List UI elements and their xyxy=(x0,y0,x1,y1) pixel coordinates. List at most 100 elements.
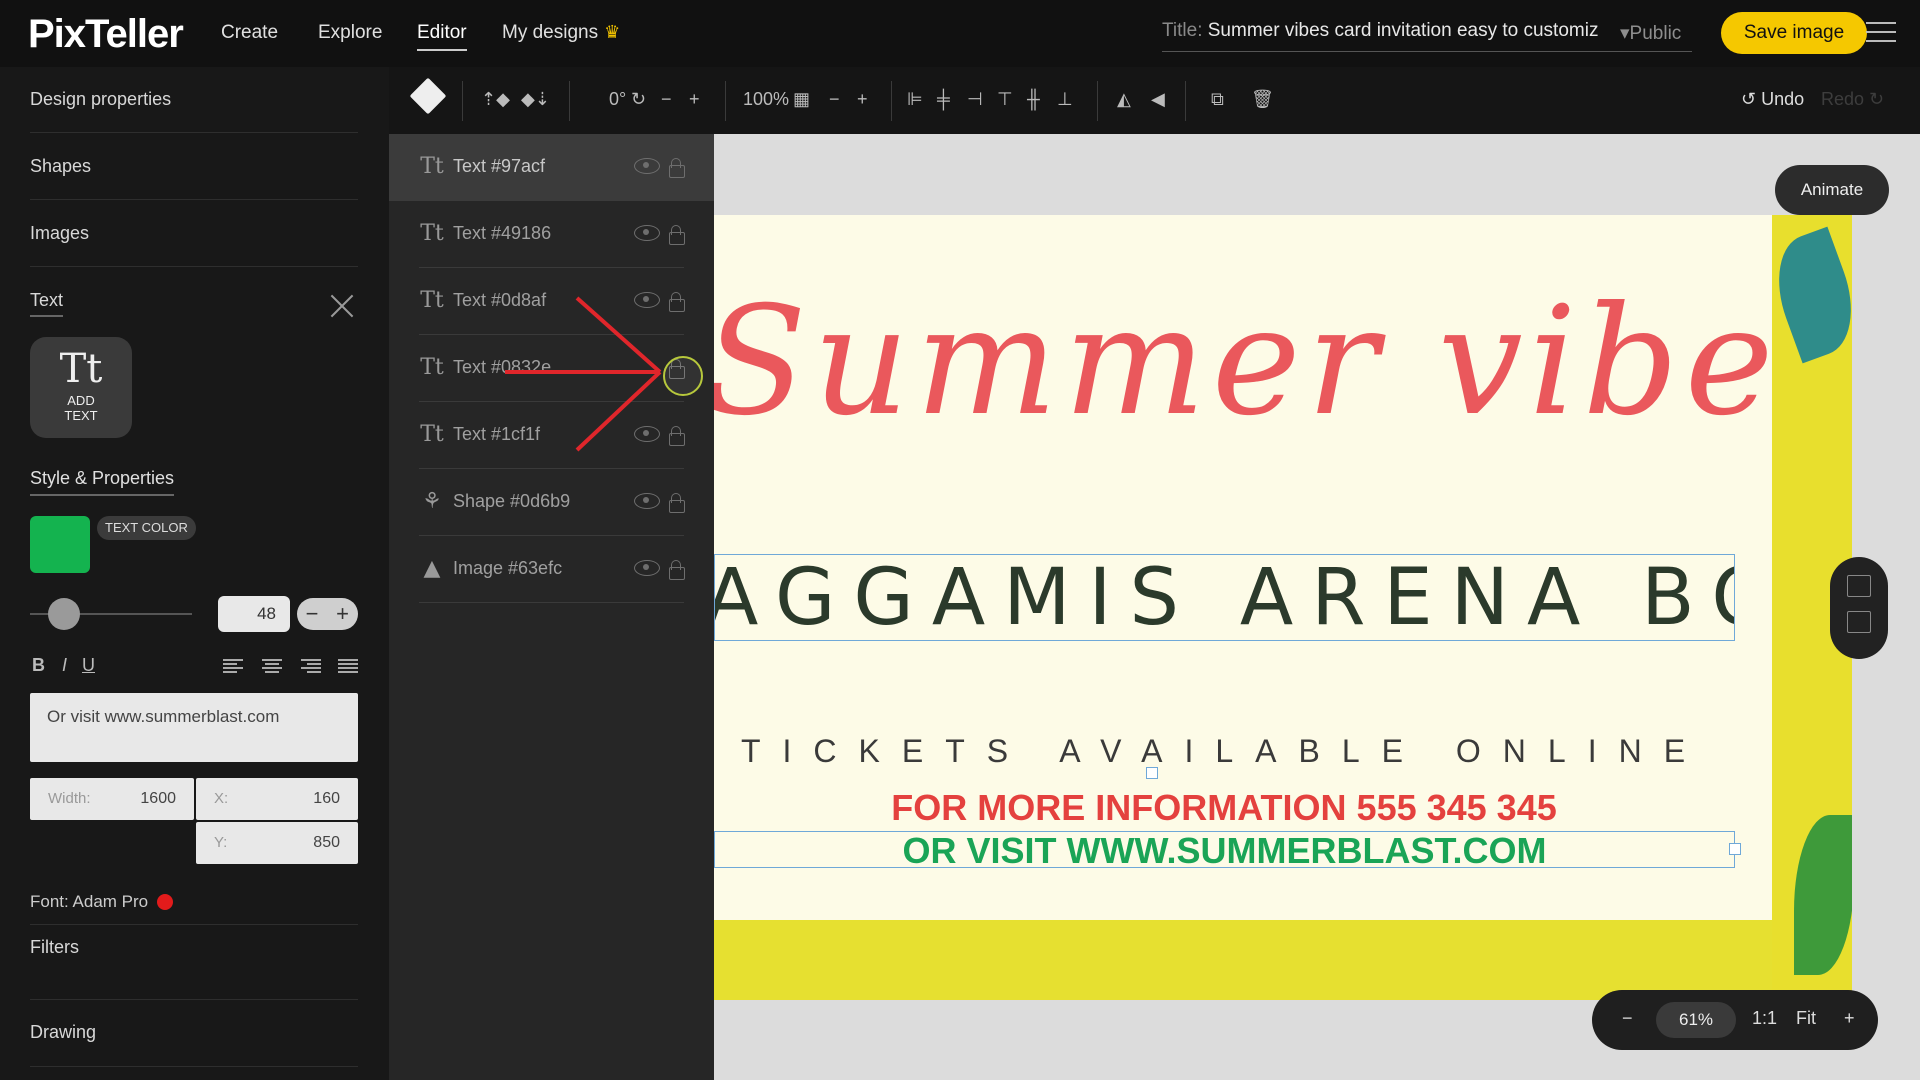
design-canvas[interactable]: Summer vibes AGGAMIS ARENA BOSTON TICKET… xyxy=(714,215,1774,1000)
rotate-increase-icon[interactable]: + xyxy=(689,89,700,110)
flip-horizontal-icon[interactable]: ◭ xyxy=(1117,89,1131,110)
text-color-swatch[interactable] xyxy=(30,516,90,573)
crop-icon[interactable] xyxy=(1847,575,1871,597)
close-icon[interactable] xyxy=(330,294,354,318)
width-label: Width: xyxy=(48,790,91,807)
align-right-edge-icon[interactable]: ⊣ xyxy=(967,89,983,110)
save-image-button[interactable]: Save image xyxy=(1721,12,1867,54)
align-justify-icon[interactable] xyxy=(338,659,358,673)
layer-item[interactable]: ▲ Image #63efc xyxy=(389,536,714,603)
divider xyxy=(30,199,358,200)
editor-toolbar: ⇡◆ ◆⇣ 0° ↻ − + 100% ▦ − + ⊫ ╪ ⊣ ⊤ ╫ ⊥ ◭ … xyxy=(389,67,1920,134)
nav-explore[interactable]: Explore xyxy=(318,22,382,44)
venue-text[interactable]: AGGAMIS ARENA BOSTON xyxy=(714,554,1735,641)
rotate-decrease-icon[interactable]: − xyxy=(661,89,672,110)
lock-icon[interactable] xyxy=(669,560,685,580)
text-icon: Tt xyxy=(420,422,444,447)
crop-alt-icon[interactable] xyxy=(1847,611,1871,633)
add-text-button[interactable]: Tt ADD TEXT xyxy=(30,337,132,438)
nav-create[interactable]: Create xyxy=(221,22,278,44)
font-value: Adam Pro xyxy=(72,892,149,911)
zoom-out-button[interactable]: − xyxy=(1622,1008,1633,1029)
resize-handle[interactable] xyxy=(1146,767,1158,779)
width-field[interactable]: Width: 1600 xyxy=(30,778,194,820)
opacity-increase-icon[interactable]: + xyxy=(857,89,868,110)
bring-forward-icon[interactable]: ⇡◆ xyxy=(481,89,510,110)
undo-icon: ↺ xyxy=(1741,89,1757,109)
flip-vertical-icon[interactable]: ◀ xyxy=(1151,89,1165,110)
nav-editor[interactable]: Editor xyxy=(417,22,467,51)
visibility-eye-icon[interactable] xyxy=(634,158,660,174)
visibility-eye-icon[interactable] xyxy=(634,225,660,241)
separator xyxy=(725,81,726,121)
resize-handle[interactable] xyxy=(1729,843,1741,855)
transparency-icon[interactable]: ▦ xyxy=(793,89,810,110)
text-content-input[interactable]: Or visit www.summerblast.com xyxy=(30,693,358,762)
align-left-icon[interactable] xyxy=(223,659,243,673)
align-top-edge-icon[interactable]: ⊤ xyxy=(997,89,1013,110)
animate-button[interactable]: Animate xyxy=(1775,165,1889,215)
align-vertical-center-icon[interactable]: ╫ xyxy=(1027,89,1040,110)
font-size-input[interactable]: 48 xyxy=(218,596,290,632)
lock-icon[interactable] xyxy=(669,493,685,513)
visibility-eye-icon[interactable] xyxy=(634,493,660,509)
zoom-in-button[interactable]: + xyxy=(1844,1008,1855,1029)
layer-name: Shape #0d6b9 xyxy=(453,491,571,511)
x-field[interactable]: X: 160 xyxy=(196,778,358,820)
lock-icon[interactable] xyxy=(669,225,685,245)
layer-item[interactable]: ⚘ Shape #0d6b9 xyxy=(389,469,714,536)
align-left-edge-icon[interactable]: ⊫ xyxy=(907,89,923,110)
crown-icon: ♛ xyxy=(604,22,621,42)
delete-icon[interactable]: 🗑 xyxy=(1251,89,1274,110)
opacity-decrease-icon[interactable]: − xyxy=(829,89,840,110)
undo-button[interactable]: ↺ Undo xyxy=(1741,89,1804,110)
side-tools xyxy=(1830,557,1888,659)
redo-button[interactable]: Redo ↻ xyxy=(1821,89,1884,110)
align-horizontal-center-icon[interactable]: ╪ xyxy=(937,89,950,110)
lock-icon[interactable] xyxy=(669,158,685,178)
underline-button[interactable]: U xyxy=(82,655,95,676)
zoom-1-1-button[interactable]: 1:1 xyxy=(1752,1008,1777,1029)
section-filters[interactable]: Filters xyxy=(30,937,358,958)
zoom-value[interactable]: 61% xyxy=(1656,1002,1736,1038)
nav-my-designs[interactable]: My designs ♛ xyxy=(502,22,620,44)
align-right-icon[interactable] xyxy=(301,659,321,673)
tickets-text[interactable]: TICKETS AVAILABLE ONLINE xyxy=(714,733,1734,770)
visibility-eye-icon[interactable] xyxy=(634,560,660,576)
font-size-increase-button[interactable]: + xyxy=(327,598,358,630)
section-drawing[interactable]: Drawing xyxy=(30,1022,358,1043)
title-value: Summer vibes card invitation easy to cus… xyxy=(1207,20,1599,41)
italic-button[interactable]: I xyxy=(62,655,67,676)
title-field[interactable]: Title: Summer vibes card invitation easy… xyxy=(1162,20,1692,52)
rotate-icon[interactable]: ↻ xyxy=(631,89,646,110)
section-images[interactable]: Images xyxy=(30,223,358,244)
zoom-fit-button[interactable]: Fit xyxy=(1796,1008,1816,1029)
rotation-value[interactable]: 0° xyxy=(609,89,626,110)
layer-item[interactable]: Tt Text #97acf xyxy=(389,134,714,201)
font-size-decrease-button[interactable]: − xyxy=(297,598,327,630)
bold-button[interactable]: B xyxy=(32,655,45,676)
send-backward-icon[interactable]: ◆⇣ xyxy=(521,89,550,110)
text-icon: Tt xyxy=(420,355,444,380)
font-selector[interactable]: Font: Adam Pro xyxy=(30,892,173,912)
layers-icon[interactable] xyxy=(409,77,447,115)
opacity-value[interactable]: 100% xyxy=(743,89,789,110)
y-field[interactable]: Y: 850 xyxy=(196,822,358,864)
font-size-slider-knob[interactable] xyxy=(48,598,80,630)
separator xyxy=(569,81,570,121)
logo[interactable]: PixTeller xyxy=(28,12,184,57)
layer-item[interactable]: Tt Text #49186 xyxy=(389,201,714,268)
x-label: X: xyxy=(214,790,229,807)
section-shapes[interactable]: Shapes xyxy=(30,156,358,177)
script-title-text[interactable]: Summer vibes xyxy=(714,275,1774,449)
visibility-dropdown[interactable]: ▾Public xyxy=(1620,22,1681,45)
section-text[interactable]: Text xyxy=(30,290,64,317)
align-bottom-edge-icon[interactable]: ⊥ xyxy=(1057,89,1073,110)
align-center-icon[interactable] xyxy=(262,659,282,673)
visit-text[interactable]: OR VISIT WWW.SUMMERBLAST.COM xyxy=(714,831,1735,869)
caret-down-icon: ▾ xyxy=(1620,23,1630,44)
section-design-properties[interactable]: Design properties xyxy=(30,89,358,110)
more-info-text[interactable]: FOR MORE INFORMATION 555 345 345 xyxy=(714,787,1734,829)
hamburger-menu-icon[interactable] xyxy=(1866,22,1896,44)
duplicate-icon[interactable]: ⧉ xyxy=(1211,89,1224,110)
